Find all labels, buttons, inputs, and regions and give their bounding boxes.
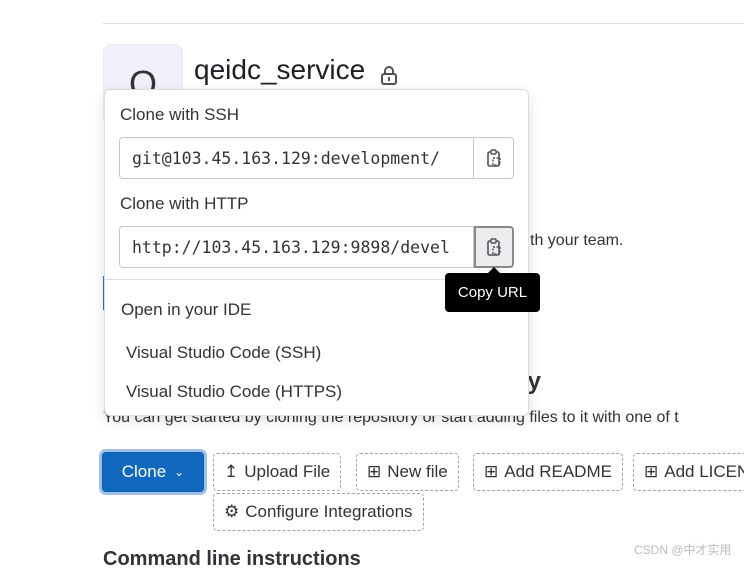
ide-item-vscode-ssh[interactable]: Visual Studio Code (SSH) — [126, 343, 321, 363]
ssh-url-field: git@103.45.163.129:development/ — [119, 137, 514, 179]
configure-integrations-button[interactable]: ⚙ Configure Integrations — [213, 493, 424, 531]
chevron-down-icon: ⌄ — [174, 465, 185, 479]
project-title: qeidc_service — [194, 54, 366, 85]
http-url-field: http://103.45.163.129:9898/devel — [119, 226, 514, 268]
new-file-button[interactable]: ⊞ New file — [356, 453, 459, 491]
watermark: CSDN @中才实用 — [634, 543, 732, 557]
ssh-url-input[interactable]: git@103.45.163.129:development/ — [119, 137, 474, 179]
command-line-heading: Command line instructions — [103, 548, 361, 570]
copy-http-url-button[interactable] — [474, 226, 514, 268]
add-license-button[interactable]: ⊞ Add LICEN — [633, 453, 744, 491]
plus-square-icon: ⊞ — [484, 462, 499, 481]
http-label: Clone with HTTP — [120, 194, 249, 213]
ssh-label: Clone with SSH — [120, 105, 240, 124]
upload-icon: ↥ — [224, 462, 239, 481]
http-url-input[interactable]: http://103.45.163.129:9898/devel — [119, 226, 474, 268]
add-readme-button[interactable]: ⊞ Add README — [473, 453, 623, 491]
clipboard-icon — [487, 238, 501, 256]
gear-icon: ⚙ — [224, 502, 240, 521]
clone-button[interactable]: Clone ⌄ — [102, 452, 204, 492]
ide-item-vscode-https[interactable]: Visual Studio Code (HTTPS) — [126, 382, 342, 402]
plus-square-icon: ⊞ — [367, 462, 382, 481]
clone-dropdown: Clone with SSH git@103.45.163.129:develo… — [104, 89, 529, 416]
copy-url-tooltip: Copy URL — [445, 267, 540, 312]
plus-square-icon: ⊞ — [644, 462, 659, 481]
invite-text: th your team. — [530, 232, 624, 249]
upload-file-button[interactable]: ↥ Upload File — [213, 453, 342, 491]
lock-icon — [381, 66, 397, 85]
header-divider — [103, 23, 744, 24]
ide-heading: Open in your IDE — [121, 300, 252, 319]
clipboard-icon — [486, 149, 501, 167]
copy-ssh-url-button[interactable] — [474, 137, 514, 179]
